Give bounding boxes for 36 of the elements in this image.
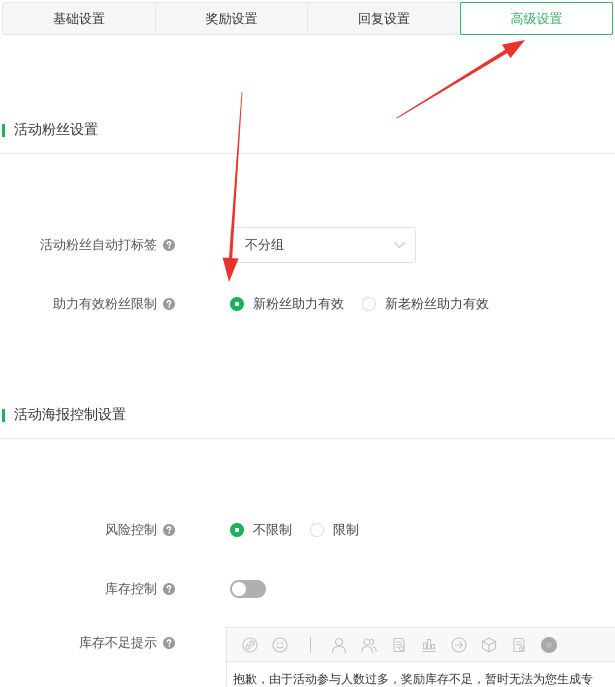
smile-icon[interactable] (272, 636, 288, 652)
cube-icon[interactable] (481, 636, 497, 652)
bar-chart-icon[interactable] (421, 636, 437, 652)
radio-button[interactable] (230, 523, 244, 537)
disc-icon[interactable] (541, 636, 557, 652)
link-icon[interactable] (242, 636, 258, 652)
radio-label[interactable]: 新老粉丝助力有效 (385, 295, 489, 313)
settings-tab[interactable]: 基础设置 (3, 3, 156, 34)
radio-button[interactable] (230, 297, 244, 311)
toggle-switch[interactable] (230, 580, 266, 598)
settings-tab[interactable]: 奖励设置 (156, 3, 308, 34)
document-icon[interactable] (511, 636, 527, 652)
group-select[interactable]: 不分组 (230, 227, 416, 263)
section-title: 活动粉丝设置 (14, 121, 98, 139)
chevron-down-icon (394, 242, 405, 248)
field-label: 库存不足提示 (79, 635, 157, 652)
field-label: 库存控制 (105, 581, 157, 598)
help-icon[interactable] (163, 524, 175, 536)
help-icon[interactable] (163, 298, 175, 310)
accent-bar (2, 408, 5, 422)
help-icon[interactable] (163, 583, 175, 595)
field-label: 助力有效粉丝限制 (53, 296, 157, 313)
help-icon[interactable] (163, 637, 175, 649)
field-label: 活动粉丝自动打标签 (40, 237, 157, 254)
accent-bar (2, 124, 5, 136)
radio-label[interactable]: 不限制 (253, 521, 292, 539)
radio-label[interactable]: 新粉丝助力有效 (253, 295, 344, 313)
message-input[interactable]: 抱歉，由于活动参与人数过多，奖励库存不足，暂时无法为您生成专 (233, 672, 593, 686)
person-icon[interactable] (331, 636, 347, 652)
document-icon[interactable] (391, 636, 407, 652)
help-icon[interactable] (163, 239, 175, 251)
section-title: 活动海报控制设置 (14, 406, 126, 424)
arrow-circle-icon[interactable] (451, 636, 467, 652)
radio-label[interactable]: 限制 (333, 521, 359, 539)
field-label: 风险控制 (105, 522, 157, 539)
people-icon[interactable] (361, 636, 377, 652)
